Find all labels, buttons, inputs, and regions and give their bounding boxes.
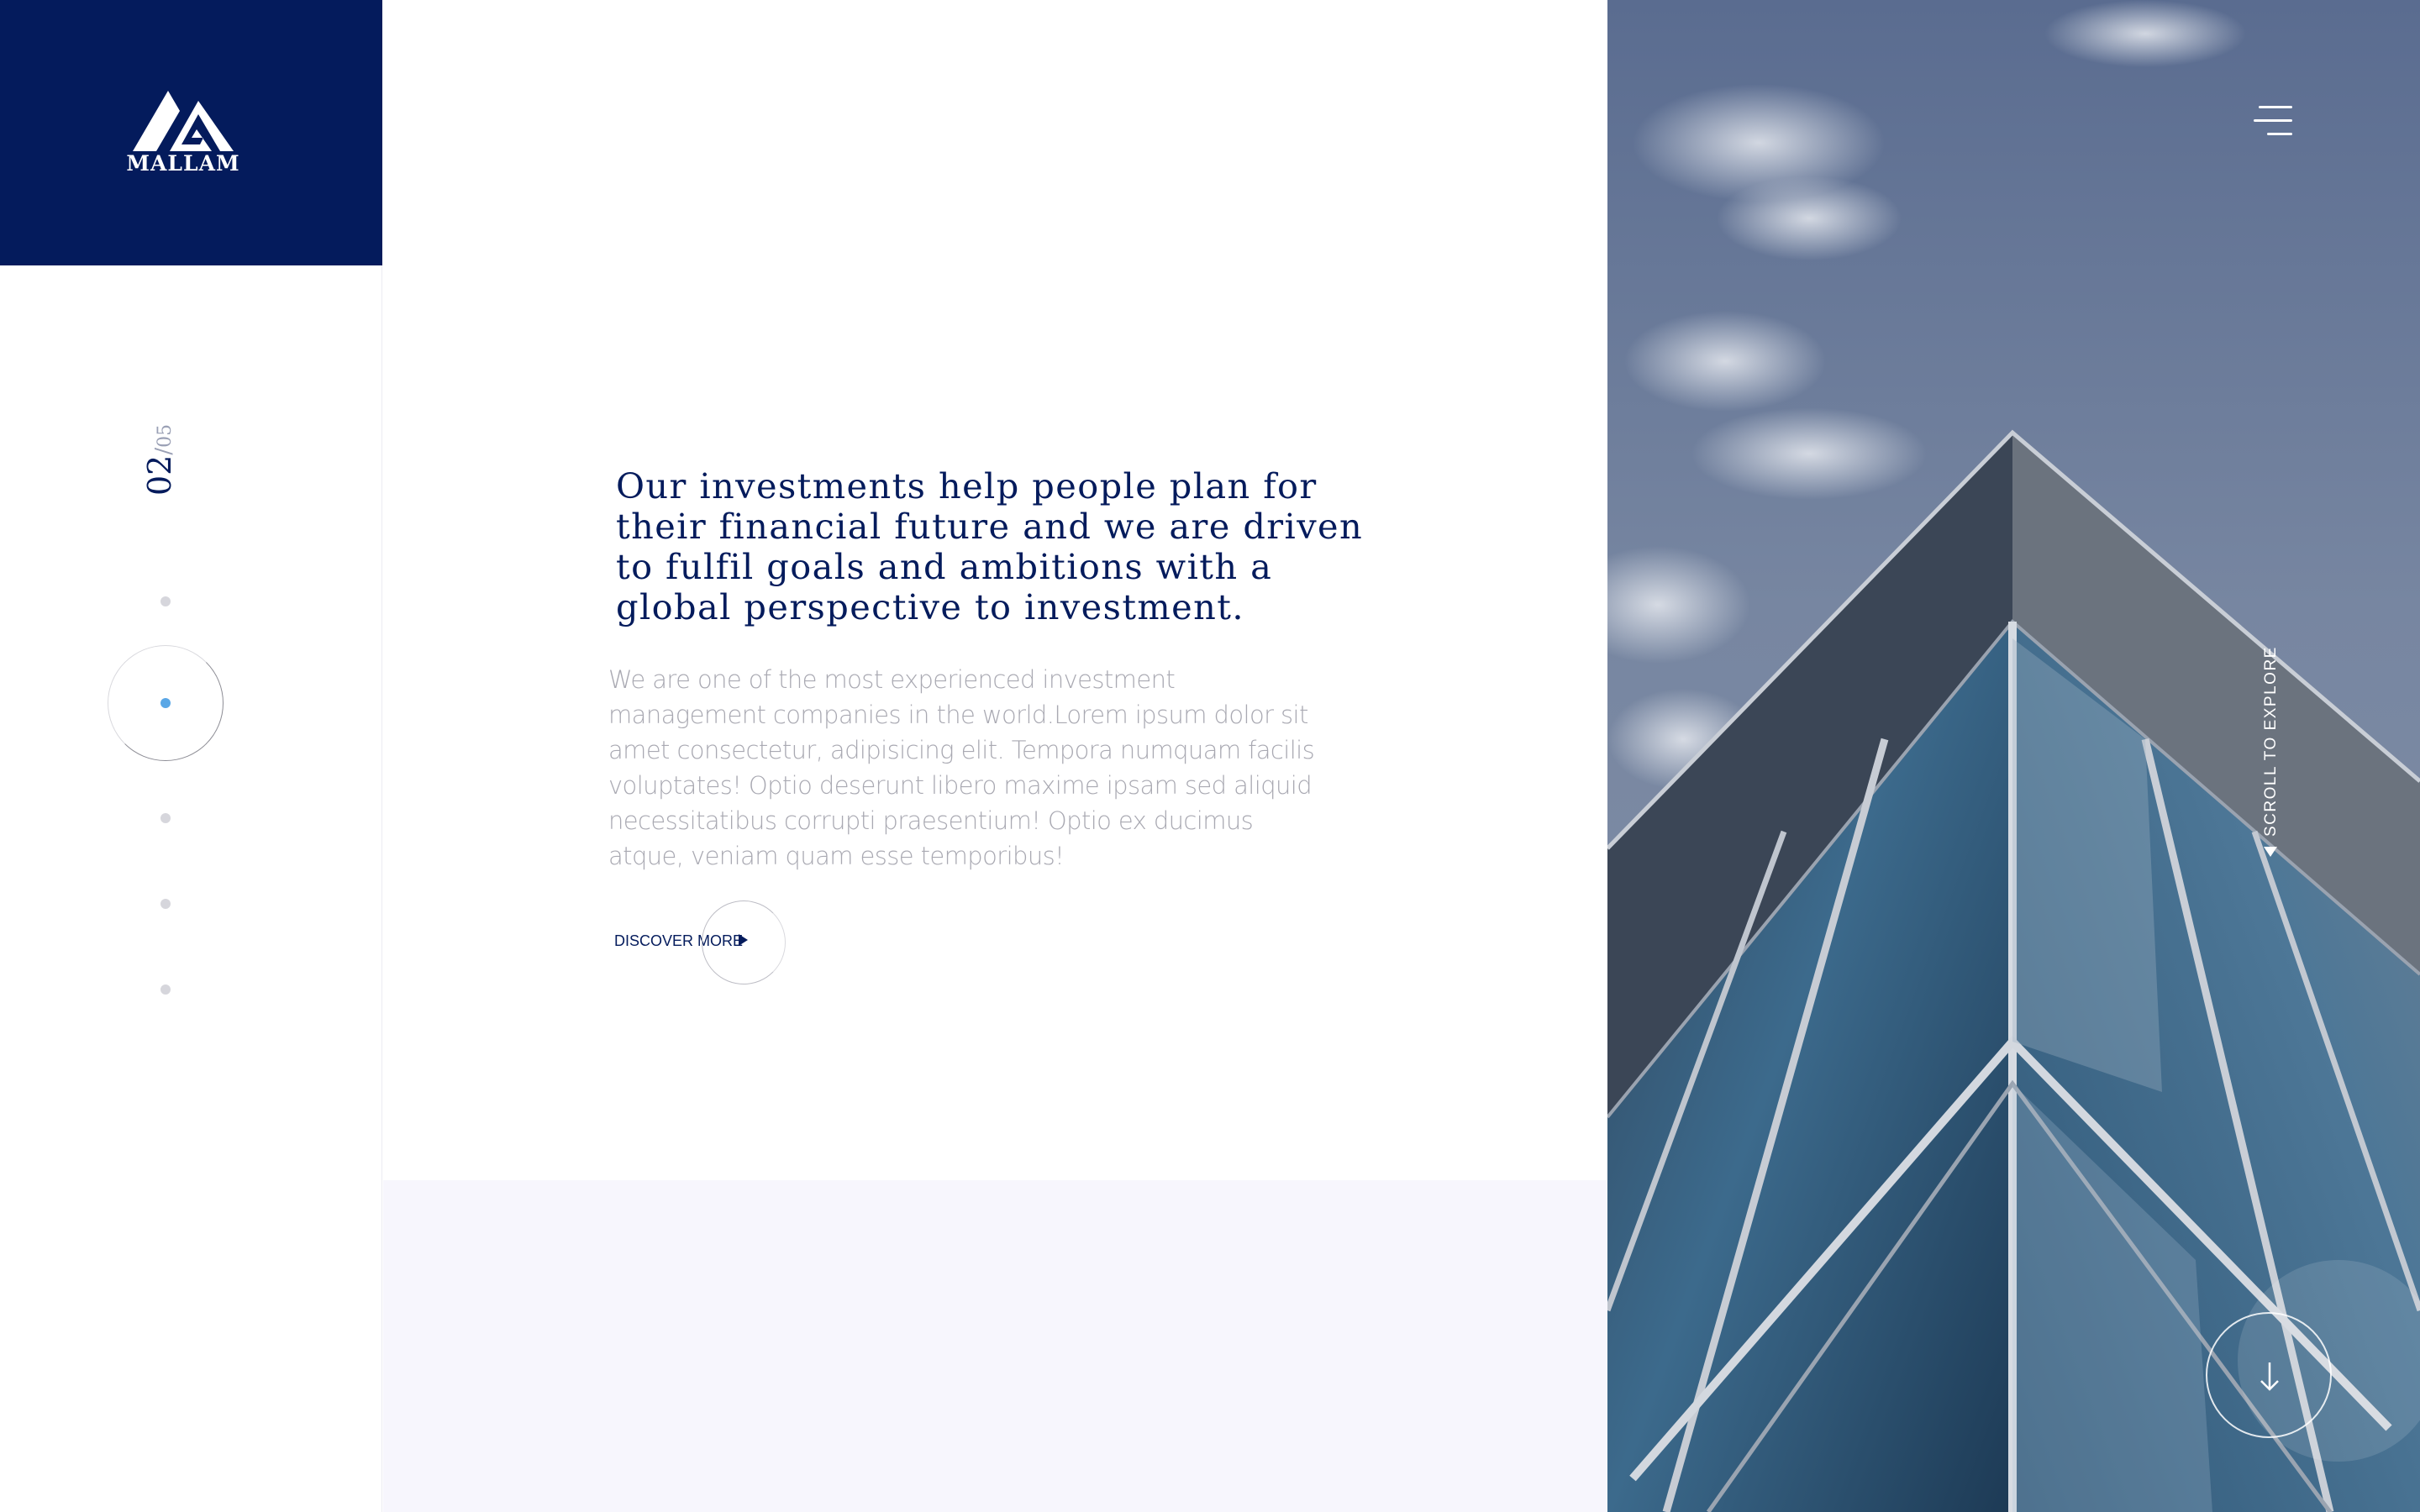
scroll-down-button[interactable] — [2206, 1312, 2332, 1438]
slide-counter-total: 05 — [155, 423, 176, 448]
pagination-dot-3[interactable] — [160, 813, 171, 823]
brand-name: MALLAM — [126, 151, 240, 176]
brand-logo[interactable]: MALLAM — [126, 87, 240, 181]
building-illustration — [1607, 0, 2420, 1512]
arrow-down-icon — [2260, 1362, 2279, 1391]
pagination-dot-5[interactable] — [160, 984, 171, 995]
scroll-to-explore[interactable]: SCROLL TO EXPLORE — [2262, 646, 2287, 857]
hamburger-menu-icon[interactable] — [2254, 104, 2292, 138]
headline: Our investments help people plan for the… — [616, 465, 1364, 627]
pagination-dot-4[interactable] — [160, 899, 171, 909]
pagination-dot-1[interactable] — [160, 596, 171, 606]
pagination-dot-2[interactable] — [160, 698, 171, 708]
play-arrow-icon — [739, 934, 748, 946]
logo-block[interactable]: MALLAM — [0, 0, 382, 265]
logo-mark-icon — [133, 91, 234, 151]
sidebar: MALLAM 02/05 — [0, 0, 382, 1512]
scroll-arrow-icon — [2264, 847, 2277, 857]
lower-panel — [383, 1180, 1607, 1512]
slide-counter-separator: / — [151, 447, 176, 455]
hero-image — [1607, 0, 2420, 1512]
body-text: We are one of the most experienced inves… — [608, 665, 1315, 870]
scroll-to-explore-label: SCROLL TO EXPLORE — [2262, 646, 2280, 837]
discover-more-button[interactable]: DISCOVER MORE — [614, 900, 808, 984]
slide-counter: 02/05 — [141, 412, 200, 504]
slide-counter-current: 02 — [141, 454, 178, 496]
